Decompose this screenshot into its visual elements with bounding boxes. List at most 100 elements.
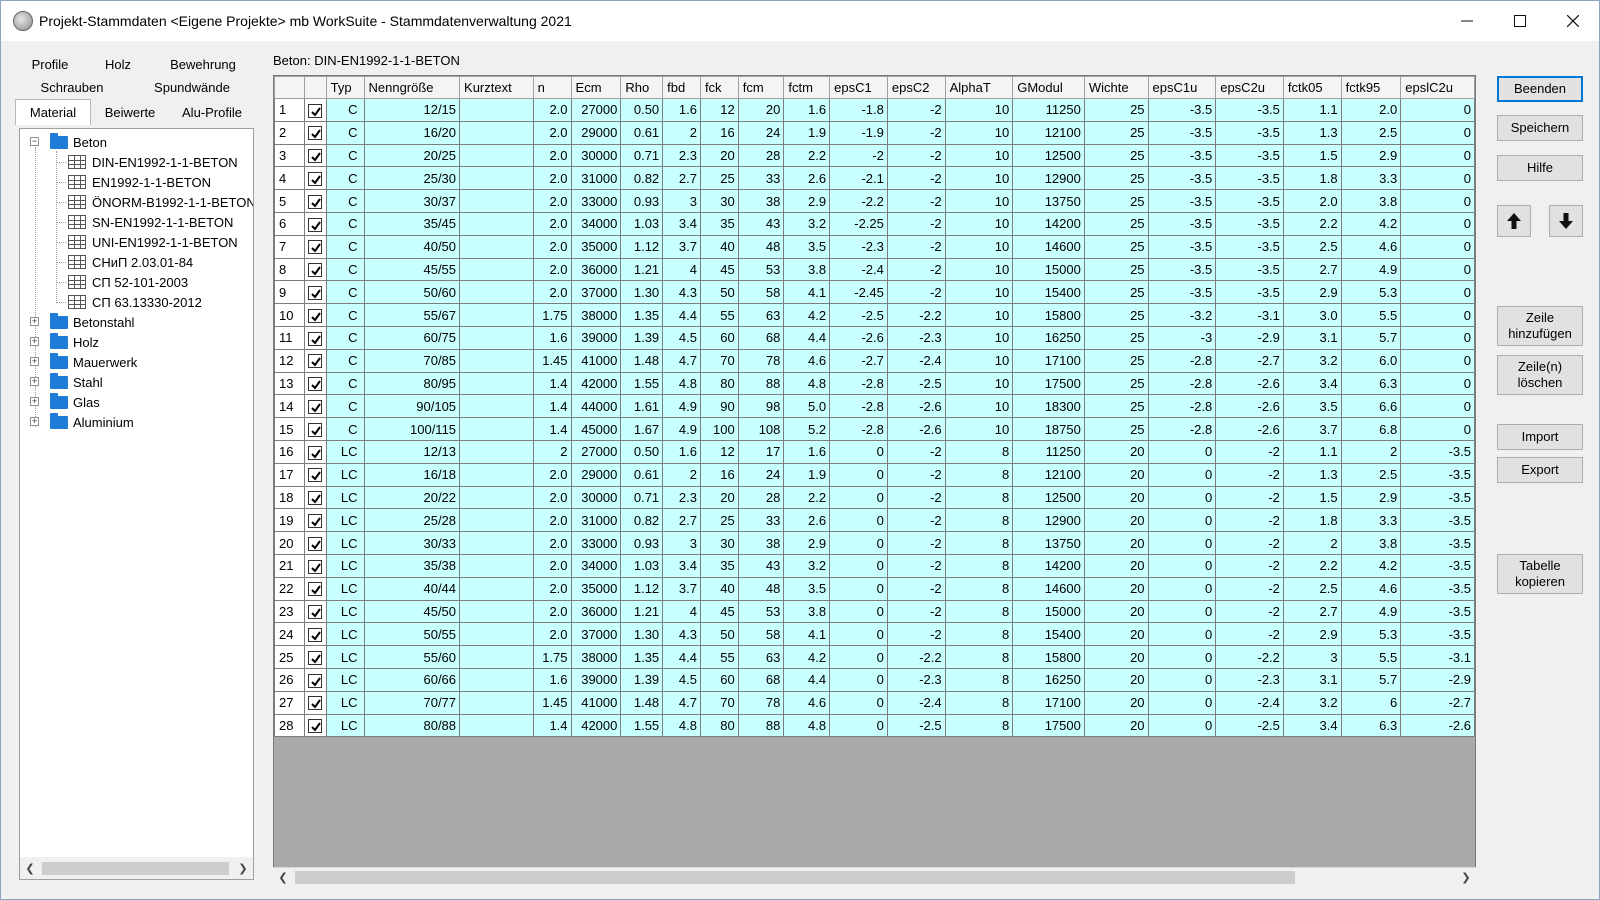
table-cell[interactable]: 25 [1083,189,1149,213]
table-cell[interactable]: 2.9 [783,531,831,555]
table-cell[interactable] [459,713,534,738]
table-cell[interactable]: 12 [699,439,739,464]
export-button[interactable]: Export [1497,457,1583,483]
table-cell[interactable]: 2.0 [532,280,572,305]
table-cell[interactable]: 27000 [570,439,622,464]
table-cell[interactable]: -2.8 [1147,371,1217,396]
table-cell[interactable]: 88 [737,713,785,738]
table-cell[interactable]: -3.5 [1147,143,1217,168]
table-cell[interactable]: 28 [737,485,785,510]
table-row[interactable]: 16 LC 12/13 2 27000 0.50 1.6 12 17 1.6 0 -2 8 11250 20… [274,439,1475,464]
column-header[interactable]: Wichte [1083,76,1149,99]
table-cell[interactable]: -2 [1215,485,1284,510]
table-cell[interactable]: 30 [699,189,739,213]
table-cell[interactable]: 8 [944,576,1014,601]
table-cell[interactable]: -2.1 [829,166,888,191]
table-cell[interactable]: 70 [699,690,739,715]
table-cell[interactable]: 25 [699,166,739,191]
table-cell[interactable]: 3.3 [1340,508,1402,533]
table-cell[interactable]: 1.48 [620,690,664,715]
close-button[interactable] [1546,1,1599,41]
checkbox-checked-icon[interactable] [308,559,323,574]
table-cell[interactable]: 24 [737,120,785,145]
row-checkbox-cell[interactable] [303,599,327,624]
table-cell[interactable]: 45 [699,599,739,624]
row-number[interactable]: 15 [274,417,305,441]
table-cell[interactable]: 2.2 [783,143,831,168]
table-cell[interactable]: -3.5 [1147,98,1217,122]
table-cell[interactable] [459,462,534,487]
table-cell[interactable]: 42000 [570,713,622,738]
table-cell[interactable]: 4.6 [783,690,831,715]
table-cell[interactable]: 0 [1400,303,1475,327]
table-cell[interactable]: 2.0 [532,599,572,624]
table-cell[interactable]: -3.5 [1215,211,1284,236]
checkbox-checked-icon[interactable] [308,308,323,323]
table-cell[interactable]: 3.4 [662,553,701,578]
row-checkbox-cell[interactable] [303,120,327,145]
table-cell[interactable]: -3.5 [1215,189,1284,213]
table-cell[interactable]: 4.4 [783,325,831,350]
table-cell[interactable]: 43 [737,553,785,578]
table-cell[interactable]: 0 [1147,439,1217,464]
table-cell[interactable] [459,257,534,282]
table-cell[interactable]: C [325,348,365,373]
table-cell[interactable]: 0 [1400,234,1475,259]
column-header[interactable]: Ecm [570,76,622,99]
table-cell[interactable]: -3.5 [1400,553,1475,578]
table-cell[interactable]: 0 [1400,120,1475,145]
table-cell[interactable]: 6.3 [1340,371,1402,396]
table-cell[interactable]: 1.61 [620,394,664,419]
table-cell[interactable]: 10 [944,303,1014,327]
row-checkbox-cell[interactable] [303,257,327,282]
table-cell[interactable]: -3.5 [1400,576,1475,601]
table-cell[interactable]: 20 [1083,439,1149,464]
table-cell[interactable]: 4.4 [783,667,831,692]
table-cell[interactable]: -2.25 [829,211,888,236]
table-cell[interactable]: 2.7 [662,166,701,191]
table-cell[interactable]: 48 [737,234,785,259]
table-cell[interactable]: 17100 [1012,690,1085,715]
table-cell[interactable]: 53 [737,599,785,624]
row-checkbox-cell[interactable] [303,622,327,647]
table-cell[interactable]: 6.3 [1340,713,1402,738]
table-cell[interactable]: 0 [1400,189,1475,213]
table-cell[interactable]: -3.5 [1215,98,1284,122]
table-cell[interactable]: 1.6 [662,439,701,464]
table-cell[interactable]: 25 [699,508,739,533]
table-cell[interactable]: 48 [737,576,785,601]
table-cell[interactable]: 6.0 [1340,348,1402,373]
table-cell[interactable]: C [325,166,365,191]
table-cell[interactable]: 1.03 [620,553,664,578]
tab-bewehrung[interactable]: Bewehrung [151,53,255,76]
tab-alu-profile[interactable]: Alu-Profile [169,101,255,124]
table-cell[interactable]: 6.8 [1340,417,1402,441]
table-cell[interactable]: 3.1 [1282,667,1342,692]
table-cell[interactable]: LC [325,622,365,647]
table-cell[interactable]: 0 [829,462,888,487]
table-cell[interactable]: 37000 [570,280,622,305]
table-cell[interactable]: 3.7 [662,576,701,601]
table-cell[interactable]: -2.5 [1215,713,1284,738]
table-cell[interactable]: 11250 [1012,439,1085,464]
table-cell[interactable]: -2 [1215,576,1284,601]
table-cell[interactable]: 1.6 [532,325,572,350]
table-cell[interactable]: -2 [886,439,946,464]
table-cell[interactable]: 2.0 [532,576,572,601]
row-checkbox-cell[interactable] [303,394,327,419]
hilfe-button[interactable]: Hilfe [1497,155,1583,181]
table-cell[interactable]: -2 [886,462,946,487]
table-cell[interactable]: -3.5 [1400,531,1475,555]
table-cell[interactable]: -2.4 [1215,690,1284,715]
table-cell[interactable]: 25 [1083,257,1149,282]
table-cell[interactable]: 16 [699,462,739,487]
row-checkbox-cell[interactable] [303,576,327,601]
row-checkbox-cell[interactable] [303,325,327,350]
table-cell[interactable]: 2.7 [1282,599,1342,624]
table-row[interactable]: 8 C 45/55 2.0 36000 1.21 4 45 53 3.8 -2.4 -2 10 15000… [274,257,1475,282]
table-cell[interactable]: 36000 [570,257,622,282]
table-row[interactable]: 19 LC 25/28 2.0 31000 0.82 2.7 25 33 2.6 0 -2 8 12900… [274,508,1475,533]
table-cell[interactable]: 33000 [570,531,622,555]
table-cell[interactable]: 55/60 [363,645,461,669]
table-cell[interactable]: 0 [1147,485,1217,510]
